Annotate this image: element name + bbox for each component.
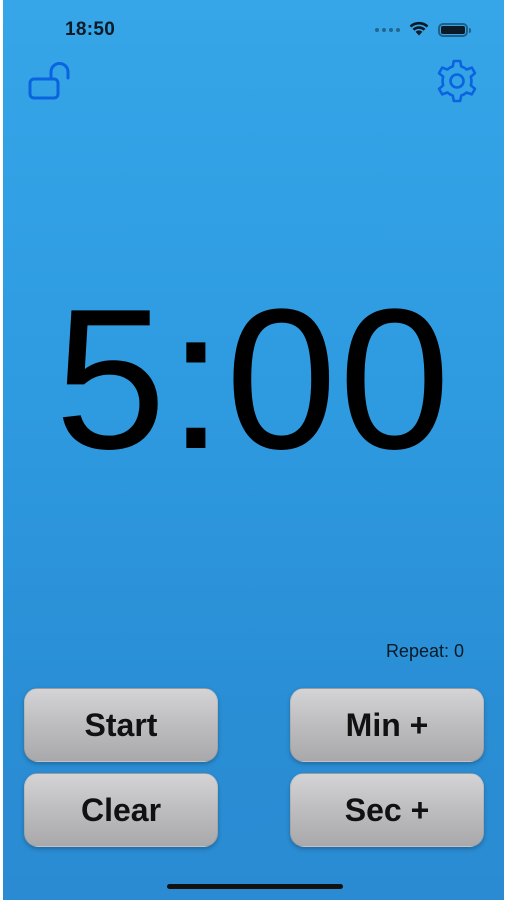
cellular-signal-icon <box>375 28 400 32</box>
status-time: 18:50 <box>65 19 116 40</box>
battery-icon <box>438 23 471 37</box>
lock-button[interactable] <box>27 62 77 102</box>
timer-screen: 18:50 5:00 Repeat: 0 Start Min + Clear S… <box>3 0 504 900</box>
wifi-icon <box>408 20 430 41</box>
clear-button[interactable]: Clear <box>24 773 218 847</box>
repeat-count-label: Repeat: 0 <box>385 641 464 661</box>
settings-button[interactable] <box>432 58 482 104</box>
sec-plus-button[interactable]: Sec + <box>290 773 484 847</box>
start-button[interactable]: Start <box>24 688 218 762</box>
status-bar: 18:50 <box>3 0 504 60</box>
min-plus-button[interactable]: Min + <box>290 688 484 762</box>
timer-display: 5:00 <box>54 268 453 491</box>
home-indicator[interactable] <box>167 884 343 889</box>
status-indicators <box>375 20 471 41</box>
unlocked-padlock-icon <box>28 62 70 100</box>
gear-icon <box>437 59 477 103</box>
